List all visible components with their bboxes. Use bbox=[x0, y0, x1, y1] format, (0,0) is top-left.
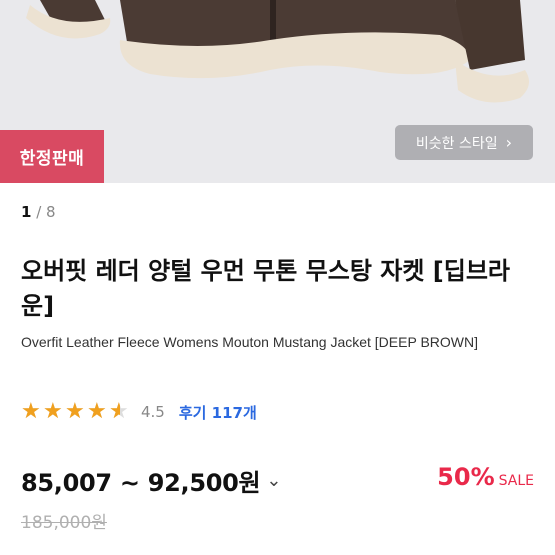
similar-style-label: 비슷한 스타일 bbox=[415, 135, 498, 152]
chevron-right-icon: › bbox=[505, 133, 513, 152]
star-icon: ★ ★ bbox=[109, 399, 129, 424]
limited-sale-badge: 한정판매 bbox=[0, 130, 104, 183]
star-icon: ★ ★ bbox=[65, 399, 85, 424]
badge-label: 한정판매 bbox=[19, 149, 85, 169]
original-price: 185,000원 bbox=[21, 513, 107, 533]
sale-label: SALE bbox=[498, 473, 534, 489]
product-subtitle: Overfit Leather Fleece Womens Mouton Mus… bbox=[21, 334, 478, 350]
pager-separator: / bbox=[31, 203, 47, 221]
similar-style-button[interactable]: 비슷한 스타일 › bbox=[395, 125, 533, 160]
star-icon: ★ ★ bbox=[21, 399, 41, 424]
price-range: 85,007 ~ 92,500원 bbox=[21, 469, 261, 497]
rating-row: ★ ★ ★ ★ ★ ★ ★ ★ ★ ★ 4.5 후기 117개 bbox=[21, 400, 257, 424]
pager-current: 1 bbox=[21, 203, 32, 221]
discount-badge: 50% SALE bbox=[437, 463, 534, 491]
product-title: 오버핏 레더 양털 우먼 무톤 무스탕 자켓 [딥브라운] bbox=[21, 257, 510, 320]
reviews-link[interactable]: 후기 117개 bbox=[179, 402, 257, 423]
image-pager: 1 / 8 bbox=[21, 203, 56, 221]
rating-score: 4.5 bbox=[141, 403, 165, 421]
price-range-row[interactable]: 85,007 ~ 92,500원 ⌄ bbox=[21, 463, 281, 498]
chevron-down-icon[interactable]: ⌄ bbox=[266, 470, 281, 491]
star-icon: ★ ★ bbox=[87, 399, 107, 424]
star-rating: ★ ★ ★ ★ ★ ★ ★ ★ ★ ★ bbox=[21, 400, 131, 424]
product-image[interactable]: 한정판매 비슷한 스타일 › bbox=[0, 0, 555, 183]
pager-total: 8 bbox=[46, 203, 56, 221]
discount-percent: 50% bbox=[437, 463, 495, 491]
star-icon: ★ ★ bbox=[43, 399, 63, 424]
